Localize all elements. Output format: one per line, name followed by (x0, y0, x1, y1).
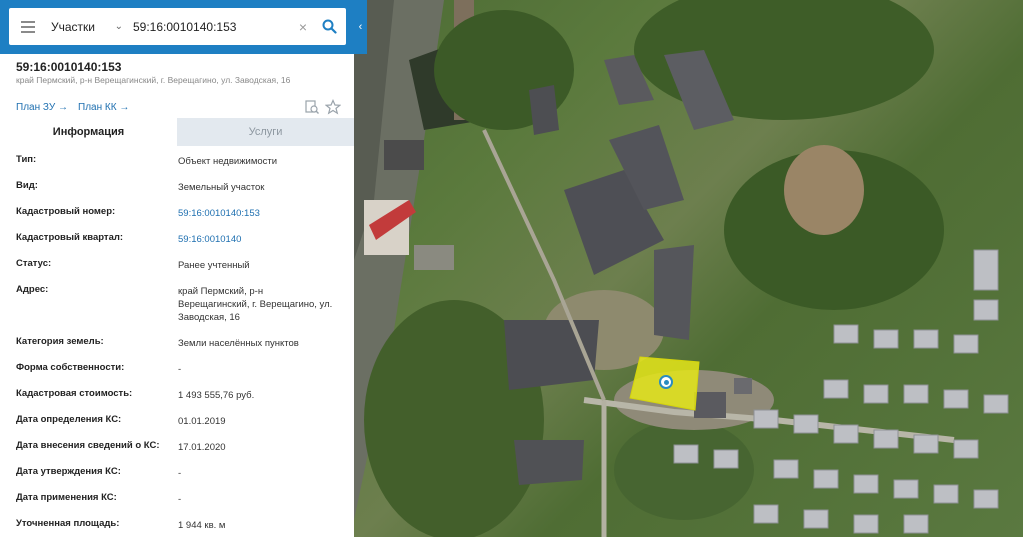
document-search-icon[interactable] (304, 99, 320, 115)
field-value: край Пермский, р-н Верещагинский, г. Вер… (178, 286, 333, 323)
location-marker-icon[interactable] (659, 375, 673, 389)
field-value: - (178, 364, 182, 375)
field-label: Кадастровая стоимость: (16, 388, 133, 399)
field-value: Ранее учтенный (178, 260, 250, 271)
field-label: Категория земель: (16, 336, 104, 347)
chevron-down-icon: ⌄ (114, 21, 123, 32)
close-icon[interactable]: × (294, 19, 312, 35)
info-panel: Участки ⌄ 59:16:0010140:153 × 59:16:0010… (0, 0, 354, 537)
field-label: Дата определения КС: (16, 414, 122, 425)
map-imagery (354, 0, 1009, 537)
field-value: 01.01.2019 (178, 416, 226, 427)
search-bar: Участки ⌄ 59:16:0010140:153 × (0, 0, 354, 54)
search-button[interactable] (312, 8, 346, 45)
field-label: Дата внесения сведений о КС: (16, 440, 160, 451)
tab-bar: Информация Услуги (0, 118, 354, 146)
search-box: Участки ⌄ 59:16:0010140:153 × (9, 8, 346, 45)
plan-kk-link[interactable]: План КК → (78, 102, 129, 113)
field-value: 1 944 кв. м (178, 520, 226, 531)
field-value: - (178, 468, 182, 479)
field-label: Дата утверждения КС: (16, 466, 121, 477)
field-label: Тип: (16, 154, 37, 165)
tab-services[interactable]: Услуги (177, 118, 354, 146)
field-value: Объект недвижимости (178, 156, 278, 167)
field-label: Кадастровый номер: (16, 206, 116, 217)
cadastral-number-link[interactable]: 59:16:0010140:153 (178, 207, 343, 220)
field-label: Дата применения КС: (16, 492, 117, 503)
field-label: Адрес: (16, 284, 49, 295)
field-value: Земли населённых пунктов (178, 338, 299, 349)
star-icon[interactable] (325, 99, 341, 115)
tab-information[interactable]: Информация (0, 118, 177, 146)
search-icon (322, 19, 337, 34)
chevron-left-icon: ‹ (358, 21, 363, 33)
field-label: Статус: (16, 258, 52, 269)
layer-select-value: Участки (51, 19, 95, 34)
field-label: Кадастровый квартал: (16, 232, 124, 243)
field-label: Вид: (16, 180, 38, 191)
object-address: край Пермский, р-н Верещагинский, г. Вер… (16, 75, 291, 85)
field-label: Форма собственности: (16, 362, 125, 373)
collapse-panel-button[interactable]: ‹ (354, 0, 367, 54)
object-number: 59:16:0010140:153 (16, 60, 122, 74)
layer-select[interactable]: Участки ⌄ (47, 8, 129, 45)
field-value: 17.01.2020 (178, 442, 226, 453)
field-value: - (178, 494, 182, 505)
field-value: Земельный участок (178, 182, 265, 193)
hamburger-icon[interactable] (9, 8, 47, 45)
object-header: 59:16:0010140:153 край Пермский, р-н Вер… (0, 54, 354, 118)
satellite-map[interactable] (354, 0, 1023, 537)
cadastral-quarter-link[interactable]: 59:16:0010140 (178, 233, 343, 246)
field-value: 1 493 555,76 руб. (178, 390, 255, 401)
plan-zu-link[interactable]: План ЗУ → (16, 102, 68, 113)
search-input[interactable]: 59:16:0010140:153 (129, 20, 294, 34)
field-label: Уточненная площадь: (16, 518, 120, 529)
